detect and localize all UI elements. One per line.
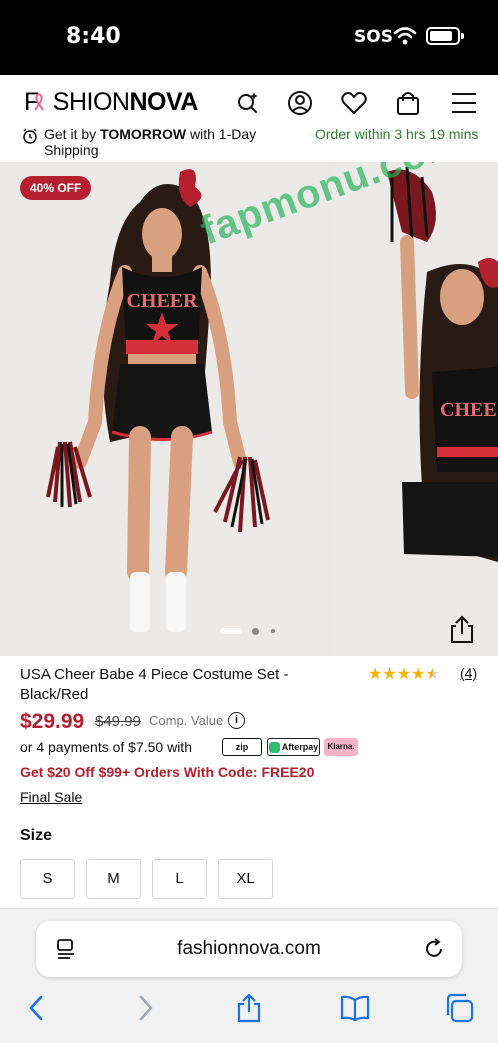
logo-bold-part: NOVA: [129, 88, 198, 116]
alarm-clock-icon: [23, 128, 37, 144]
url-text: fashionnova.com: [177, 938, 321, 959]
pagination-dot[interactable]: [252, 628, 259, 635]
reload-icon[interactable]: [422, 937, 446, 961]
tabs-icon[interactable]: [444, 993, 474, 1023]
size-option-m[interactable]: M: [86, 859, 141, 899]
status-carrier: SOS: [354, 27, 393, 47]
address-bar[interactable]: fashionnova.com: [36, 921, 462, 977]
size-option-s[interactable]: S: [20, 859, 75, 899]
installments-text: or 4 payments of $7.50 with: [20, 739, 192, 755]
zip-pay-badge[interactable]: zip: [222, 738, 262, 756]
forward-arrow-icon[interactable]: [130, 993, 160, 1023]
promo-code-text: Get $20 Off $99+ Orders With Code: FREE2…: [20, 764, 315, 780]
share-sheet-icon[interactable]: [234, 993, 264, 1023]
product-title: USA Cheer Babe 4 Piece Costume Set - Bla…: [20, 666, 289, 703]
svg-text:CHEER: CHEER: [126, 290, 198, 312]
size-label: Size: [20, 827, 53, 844]
logo-part: SHION: [52, 88, 130, 116]
menu-hamburger-icon[interactable]: [450, 89, 478, 117]
product-photo-side[interactable]: CHEE: [332, 162, 498, 656]
sale-price: $29.99: [20, 710, 85, 733]
delivery-banner: Get it by TOMORROW with 1-Day Shipping O…: [0, 122, 498, 162]
share-icon[interactable]: [446, 614, 478, 646]
status-time: 8:40: [66, 24, 121, 49]
pink-ribbon-icon: [34, 93, 44, 111]
delivery-estimate: Get it by TOMORROW with 1-Day Shipping: [44, 126, 294, 158]
half-star-icon: ★: [425, 666, 440, 683]
star-icon: ★: [411, 666, 426, 683]
klarna-badge[interactable]: Klarna.: [324, 738, 358, 756]
compare-label: Comp. Value: [149, 713, 224, 728]
account-icon[interactable]: [286, 89, 314, 117]
battery-icon: [426, 27, 464, 45]
wifi-icon: [393, 27, 417, 45]
pagination-dot[interactable]: [271, 629, 275, 633]
shopping-bag-icon[interactable]: [394, 89, 422, 117]
compare-price: $49.99: [95, 713, 141, 730]
wishlist-heart-icon[interactable]: [340, 89, 368, 117]
info-icon[interactable]: i: [228, 712, 245, 729]
fashionnova-logo[interactable]: F SHIONNOVA: [24, 88, 198, 117]
afterpay-badge[interactable]: Afterpay: [267, 738, 320, 756]
pagination-dot-active[interactable]: [220, 628, 242, 634]
delivery-day: TOMORROW: [100, 126, 187, 142]
back-arrow-icon[interactable]: [22, 993, 52, 1023]
star-icon: ★: [382, 666, 397, 683]
afterpay-label: Afterpay: [281, 742, 319, 752]
star-icon: ★: [396, 666, 412, 683]
product-photo-front[interactable]: CHEER: [0, 162, 328, 656]
review-count-link[interactable]: (4): [460, 665, 477, 681]
rating-stars[interactable]: ★★★★★: [368, 666, 440, 683]
star-icon: ★: [368, 666, 383, 683]
order-countdown: Order within 3 hrs 19 mins: [315, 126, 479, 142]
bookmarks-icon[interactable]: [340, 993, 370, 1023]
product-gallery[interactable]: CHEER CHEE 40% OFF fapmonu.com: [0, 162, 498, 656]
size-option-l[interactable]: L: [152, 859, 207, 899]
size-option-xl[interactable]: XL: [218, 859, 273, 899]
final-sale-link[interactable]: Final Sale: [20, 789, 82, 805]
svg-text:CHEE: CHEE: [440, 399, 497, 421]
delivery-prefix: Get it by: [44, 126, 101, 142]
ai-search-icon[interactable]: [234, 89, 262, 117]
discount-badge: 40% OFF: [20, 176, 92, 200]
status-bar: 8:40 SOS: [0, 0, 498, 75]
